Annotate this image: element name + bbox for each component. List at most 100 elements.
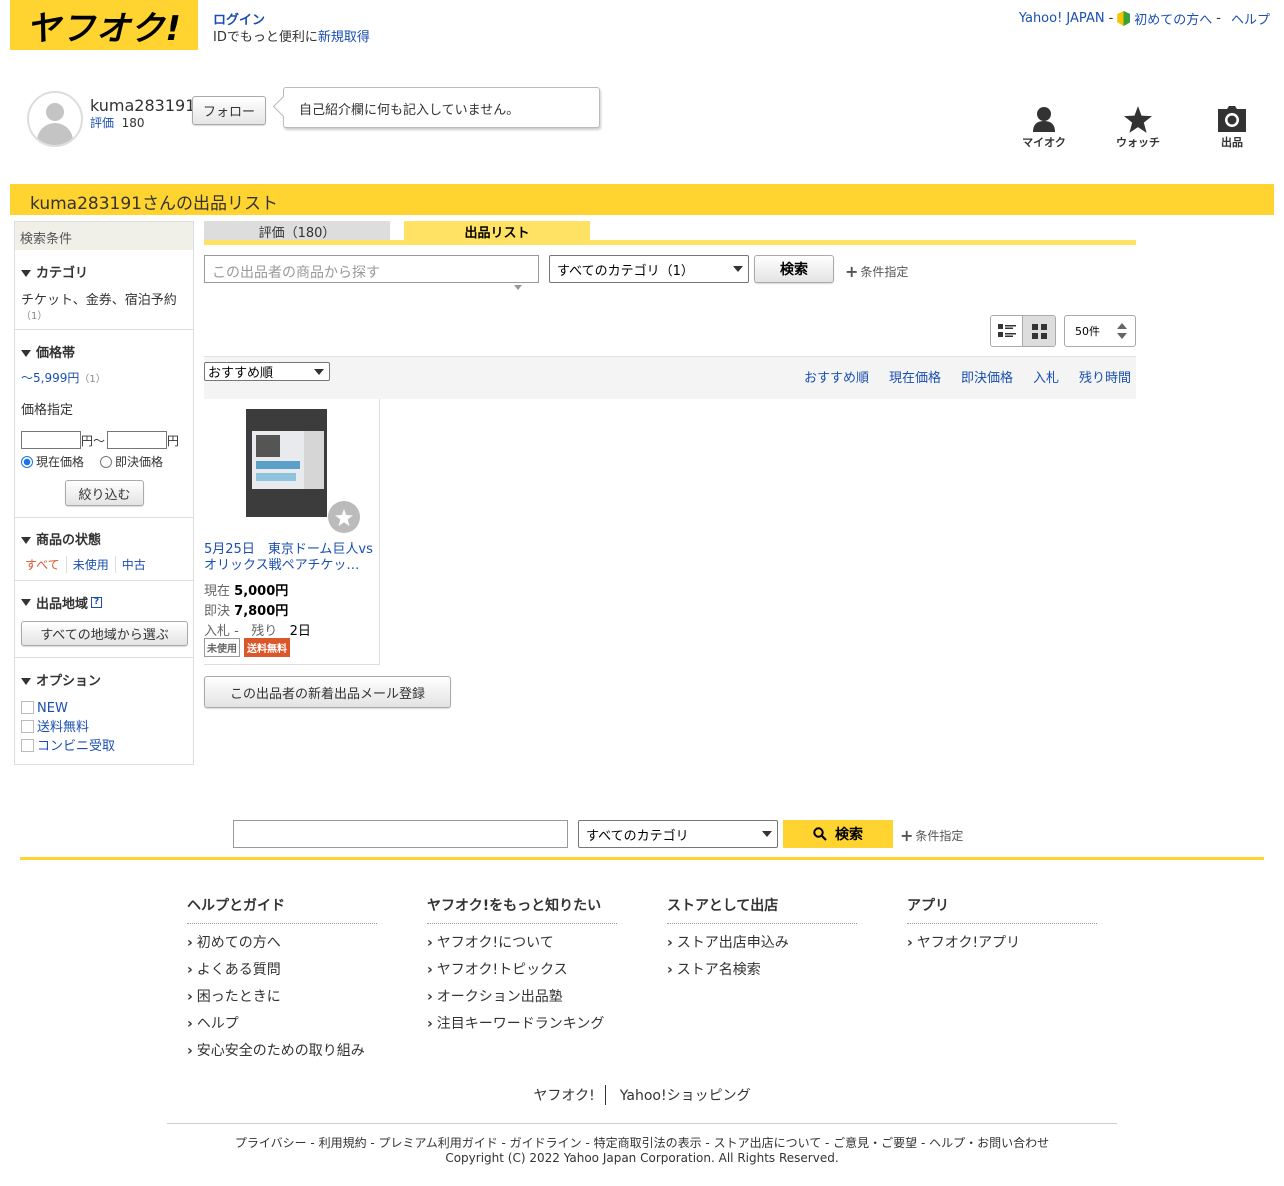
divider	[15, 517, 193, 518]
footer-col-help-heading: ヘルプとガイド	[187, 895, 377, 924]
item-badges: 未使用 送料無料	[204, 638, 290, 657]
select-region-button[interactable]: すべての地域から選ぶ	[21, 621, 188, 646]
footer-link[interactable]: 注目キーワードランキング	[427, 1011, 605, 1038]
footer-link[interactable]: オークション出品塾	[427, 984, 604, 1011]
footer-search-input[interactable]	[233, 820, 568, 848]
new-listing-mail-button[interactable]: この出品者の新着出品メール登録	[204, 676, 451, 708]
radio-buynow-label: 即決価格	[115, 455, 164, 469]
item-title-link[interactable]: 5月25日 東京ドーム巨人vs オリックス戦ペアチケッ…	[204, 542, 376, 574]
search-button[interactable]: 検索	[754, 255, 834, 283]
triangle-down-icon	[21, 599, 31, 606]
footer-category-select[interactable]: すべてのカテゴリ	[578, 820, 778, 848]
suggest-arrow-icon[interactable]	[514, 285, 522, 290]
camera-icon	[1202, 104, 1262, 134]
footer-link[interactable]: 初めての方へ	[187, 930, 365, 957]
sort-bids[interactable]: 入札	[1033, 367, 1059, 386]
option-new[interactable]: NEW	[21, 699, 115, 718]
footer-link[interactable]: ストア出店申込み	[667, 930, 789, 957]
footer-rule	[167, 1123, 1117, 1124]
avatar[interactable]	[27, 91, 83, 147]
plus-icon: +	[845, 262, 859, 281]
option-convenience-pickup-label: コンビニ受取	[37, 739, 116, 754]
brand-yafuoku-link[interactable]: ヤフオク!	[533, 1085, 606, 1105]
register-link[interactable]: 新規取得	[318, 30, 370, 45]
seller-username: kuma283191	[90, 96, 196, 115]
watch-nav[interactable]: ウォッチ	[1108, 104, 1168, 150]
option-heading-label: オプション	[36, 674, 102, 689]
yafuoku-logo[interactable]: ヤフオク!	[10, 0, 198, 50]
radio-buynow-price[interactable]: 即決価格	[100, 453, 163, 470]
footer-link[interactable]: 困ったときに	[187, 984, 365, 1011]
footer-link[interactable]: ヤフオク!について	[427, 930, 604, 957]
footer-legal-links[interactable]: プライバシー - 利用規約 - プレミアム利用ガイド - ガイドライン - 特定…	[0, 1134, 1284, 1151]
brand-shopping-link[interactable]: Yahoo!ショッピング	[606, 1085, 751, 1105]
yahoo-japan-link[interactable]: Yahoo! JAPAN	[1019, 11, 1105, 26]
item-title-line1: 5月25日 東京ドーム巨人vs	[204, 542, 373, 557]
sell-nav[interactable]: 出品	[1202, 104, 1262, 150]
list-view-icon[interactable]	[991, 316, 1024, 346]
footer-link[interactable]: ストア名検索	[667, 957, 789, 984]
option-free-shipping-label: 送料無料	[37, 720, 90, 735]
search-icon	[813, 827, 827, 841]
narrow-button[interactable]: 絞り込む	[65, 480, 144, 506]
footer-col-app-heading: アプリ	[907, 895, 1097, 924]
seller-search-input[interactable]: この出品者の商品から探す	[204, 255, 539, 283]
seller-rating: 評価 180	[90, 114, 145, 131]
item-card: 5月25日 東京ドーム巨人vs オリックス戦ペアチケッ… 現在 5,000円 即…	[204, 399, 380, 665]
radio-off-icon	[100, 456, 113, 468]
price-max-input[interactable]	[107, 431, 168, 449]
rating-link[interactable]: 評価	[90, 116, 114, 130]
price-heading[interactable]: 価格帯	[21, 342, 75, 361]
option-convenience-pickup[interactable]: コンビニ受取	[21, 737, 115, 756]
grid-view-icon[interactable]	[1023, 316, 1055, 346]
condition-used[interactable]: 中古	[116, 556, 146, 573]
follow-button[interactable]: フォロー	[192, 96, 266, 125]
my-auction-nav[interactable]: マイオク	[1014, 104, 1074, 150]
help-icon[interactable]: ?	[91, 597, 103, 608]
category-link[interactable]: チケット、金券、宿泊予約	[21, 289, 177, 308]
sort-time-left[interactable]: 残り時間	[1079, 367, 1131, 386]
tab-rating[interactable]: 評価（180）	[204, 221, 390, 241]
category-count: （1）	[21, 311, 48, 322]
condition-new[interactable]: 未使用	[67, 556, 116, 573]
advanced-search-link[interactable]: + 条件指定	[845, 262, 908, 281]
category-select[interactable]: すべてのカテゴリ（1）	[549, 255, 749, 283]
current-price-value: 5,000円	[234, 584, 289, 599]
watch-star-button[interactable]	[328, 501, 360, 533]
sort-select-value: おすすめ順	[208, 366, 274, 381]
divider	[15, 329, 193, 330]
condition-all[interactable]: すべて	[25, 556, 67, 573]
sort-buynow-price[interactable]: 即決価格	[961, 367, 1013, 386]
footer-link[interactable]: ヤフオク!アプリ	[907, 930, 1020, 957]
help-link[interactable]: ヘルプ	[1231, 9, 1270, 28]
divider	[15, 580, 193, 581]
footer-search-button[interactable]: 検索	[783, 820, 893, 848]
category-heading[interactable]: カテゴリ	[21, 262, 88, 281]
sort-select[interactable]: おすすめ順	[204, 362, 330, 381]
per-page-select[interactable]: 50件	[1064, 315, 1136, 347]
price-range-link[interactable]: 〜5,999円	[21, 371, 79, 385]
chevron-down-icon	[762, 831, 772, 837]
footer-search-label: 検索	[835, 827, 863, 843]
sort-recommended[interactable]: おすすめ順	[804, 367, 869, 386]
option-free-shipping[interactable]: 送料無料	[21, 718, 115, 737]
beginners-link[interactable]: 初めての方へ	[1134, 9, 1212, 28]
condition-heading[interactable]: 商品の状態	[21, 529, 101, 548]
tab-listing[interactable]: 出品リスト	[404, 221, 590, 241]
footer-advanced-link[interactable]: + 条件指定	[900, 826, 963, 845]
option-heading[interactable]: オプション	[21, 670, 101, 689]
price-inputs: 円～ 円	[21, 431, 179, 449]
footer-link[interactable]: ヤフオク!トピックス	[427, 957, 604, 984]
star-icon	[1108, 104, 1168, 134]
item-thumbnail[interactable]	[246, 409, 327, 517]
separator: -	[1108, 11, 1114, 26]
price-min-input[interactable]	[21, 431, 81, 449]
region-heading[interactable]: 出品地域?	[21, 593, 103, 612]
sort-current-price[interactable]: 現在価格	[889, 367, 941, 386]
footer-link[interactable]: よくある質問	[187, 957, 365, 984]
checkbox-icon	[21, 739, 34, 752]
search-conditions-sidebar: 検索条件 カテゴリ チケット、金券、宿泊予約 （1） 価格帯 〜5,999円（1…	[14, 221, 194, 765]
radio-current-price[interactable]: 現在価格	[21, 453, 84, 470]
footer-link[interactable]: ヘルプ	[187, 1011, 365, 1038]
footer-link[interactable]: 安心安全のための取り組み	[187, 1038, 365, 1065]
